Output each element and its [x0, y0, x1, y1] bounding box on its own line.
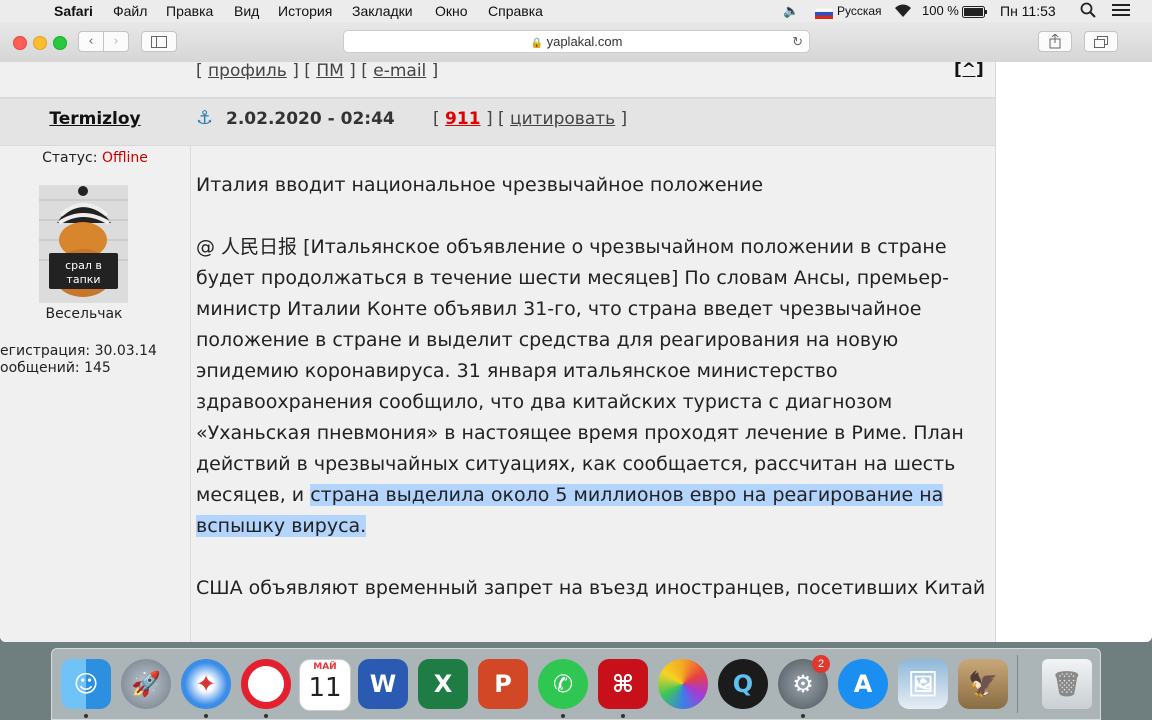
sidebar-icon: [151, 36, 167, 48]
back-button[interactable]: ‹: [78, 31, 104, 52]
input-source-label[interactable]: Русская: [837, 4, 882, 18]
battery-icon[interactable]: [962, 5, 988, 21]
tabs-icon: [1094, 36, 1108, 48]
dock-separator: [1017, 655, 1018, 713]
chevron-right-icon: ›: [113, 34, 119, 49]
running-indicator: [204, 714, 208, 718]
safari-icon[interactable]: ✦: [181, 659, 231, 709]
post-date: 2.02.2020 - 02:44: [226, 109, 395, 129]
preview-icon[interactable]: 🖼: [898, 659, 948, 709]
forum-post-area: [ профиль ] [ ПМ ] [ e-mail ] [^] Termiz…: [0, 60, 996, 642]
notification-badge: 2: [812, 655, 830, 673]
menu-view[interactable]: Вид: [234, 3, 259, 19]
running-indicator: [84, 714, 88, 718]
word-icon[interactable]: W: [358, 659, 408, 709]
battery-percent[interactable]: 100 %: [922, 3, 959, 18]
author-status: Статус: Offline: [0, 150, 190, 166]
post-paragraph-1: @ 人民日报 [Итальянское объявление о чрезвыч…: [196, 232, 986, 542]
post-top-nav: [ профиль ] [ ПМ ] [ e-mail ] [^]: [196, 60, 984, 81]
menu-file[interactable]: Файл: [113, 3, 147, 19]
zoom-window-button[interactable]: [53, 36, 67, 50]
russian-flag-icon[interactable]: [814, 6, 834, 19]
menu-history[interactable]: История: [278, 3, 332, 19]
dock: ☺ 🚀 ✦ МАЙ 11 W X P ✆ ⌘ Q ⚙ 2 A 🖼 🦅 🗑: [51, 648, 1101, 720]
excel-icon[interactable]: X: [418, 659, 468, 709]
avatar-caption-line1: срал в: [65, 259, 102, 272]
sidebar-button[interactable]: [141, 31, 177, 52]
tabs-overview-button[interactable]: [1084, 31, 1118, 52]
menu-bookmarks[interactable]: Закладки: [352, 3, 413, 19]
share-button[interactable]: [1038, 31, 1072, 52]
menu-window[interactable]: Окно: [435, 3, 468, 19]
post-paragraph-2: США объявляют временный запрет на въезд …: [196, 577, 986, 599]
spotlight-icon[interactable]: [1080, 2, 1096, 21]
reload-icon[interactable]: ↻: [792, 31, 803, 52]
post-body: Италия вводит национальное чрезвычайное …: [196, 170, 986, 604]
forward-button[interactable]: ›: [103, 31, 129, 52]
volume-icon[interactable]: 🔈: [783, 3, 799, 19]
lock-icon: 🔒: [530, 38, 543, 49]
address-bar[interactable]: 🔒 yaplakal.com ↻: [343, 30, 810, 53]
author-rank: Весельчак: [45, 306, 123, 322]
post-actions: [ 911 ] [ цитировать ]: [433, 109, 628, 129]
running-indicator: [264, 714, 268, 718]
finder-icon[interactable]: ☺: [61, 659, 111, 709]
status-value: Offline: [101, 150, 148, 166]
trash-icon[interactable]: 🗑: [1042, 659, 1092, 709]
profile-link[interactable]: профиль: [208, 61, 287, 81]
powerpoint-icon[interactable]: P: [478, 659, 528, 709]
running-indicator: [621, 714, 625, 718]
safari-window: ‹ › 🔒 yaplakal.com ↻ + [ профиль ] [ ПМ …: [0, 22, 1152, 642]
web-page: [ профиль ] [ ПМ ] [ e-mail ] [^] Termiz…: [0, 60, 1152, 642]
chevron-left-icon: ‹: [88, 34, 94, 49]
author-registration: егистрация: 30.03.14: [0, 343, 157, 359]
browser-toolbar: ‹ › 🔒 yaplakal.com ↻: [0, 22, 1152, 63]
calendar-day: 11: [308, 673, 342, 703]
running-indicator: [801, 714, 805, 718]
menu-app-name[interactable]: Safari: [54, 3, 93, 19]
menu-help[interactable]: Справка: [488, 3, 543, 19]
avatar-caption-line2: тапки: [66, 273, 101, 286]
post-paragraph-1-text: @ 人民日报 [Итальянское объявление о чрезвыч…: [196, 236, 964, 506]
author-avatar[interactable]: срал в тапки: [39, 185, 128, 303]
running-indicator: [561, 714, 565, 718]
notification-center-icon[interactable]: [1112, 3, 1130, 20]
scroll-top-link[interactable]: [^]: [954, 60, 984, 80]
post-title-line: Италия вводит национальное чрезвычайное …: [196, 174, 764, 196]
quicktime-icon[interactable]: Q: [718, 659, 768, 709]
menu-bar: Safari Файл Правка Вид История Закладки …: [0, 0, 1152, 23]
share-icon: [1049, 33, 1061, 49]
opera-icon[interactable]: [241, 659, 291, 709]
photos-icon[interactable]: [658, 659, 708, 709]
author-post-count: ообщений: 145: [0, 360, 111, 376]
anchor-icon[interactable]: ⚓: [196, 107, 213, 129]
menu-edit[interactable]: Правка: [166, 3, 213, 19]
close-window-button[interactable]: [13, 36, 27, 50]
minimize-window-button[interactable]: [33, 36, 47, 50]
rating-link[interactable]: 911: [445, 109, 481, 129]
app-store-icon[interactable]: A: [838, 659, 888, 709]
wifi-icon[interactable]: [893, 2, 913, 21]
launchpad-icon[interactable]: 🚀: [121, 659, 171, 709]
email-link[interactable]: e-mail: [373, 61, 426, 81]
status-label: Статус:: [42, 150, 98, 166]
author-name[interactable]: Termizloy: [0, 109, 190, 129]
clock[interactable]: Пн 11:53: [1000, 3, 1056, 19]
mail-icon[interactable]: 🦅: [958, 659, 1008, 709]
quote-link[interactable]: цитировать: [510, 109, 615, 129]
acrobat-icon[interactable]: ⌘: [598, 659, 648, 709]
whatsapp-icon[interactable]: ✆: [538, 659, 588, 709]
calendar-icon[interactable]: МАЙ 11: [299, 659, 351, 711]
url-text: yaplakal.com: [546, 34, 623, 49]
pm-link[interactable]: ПМ: [316, 61, 343, 81]
